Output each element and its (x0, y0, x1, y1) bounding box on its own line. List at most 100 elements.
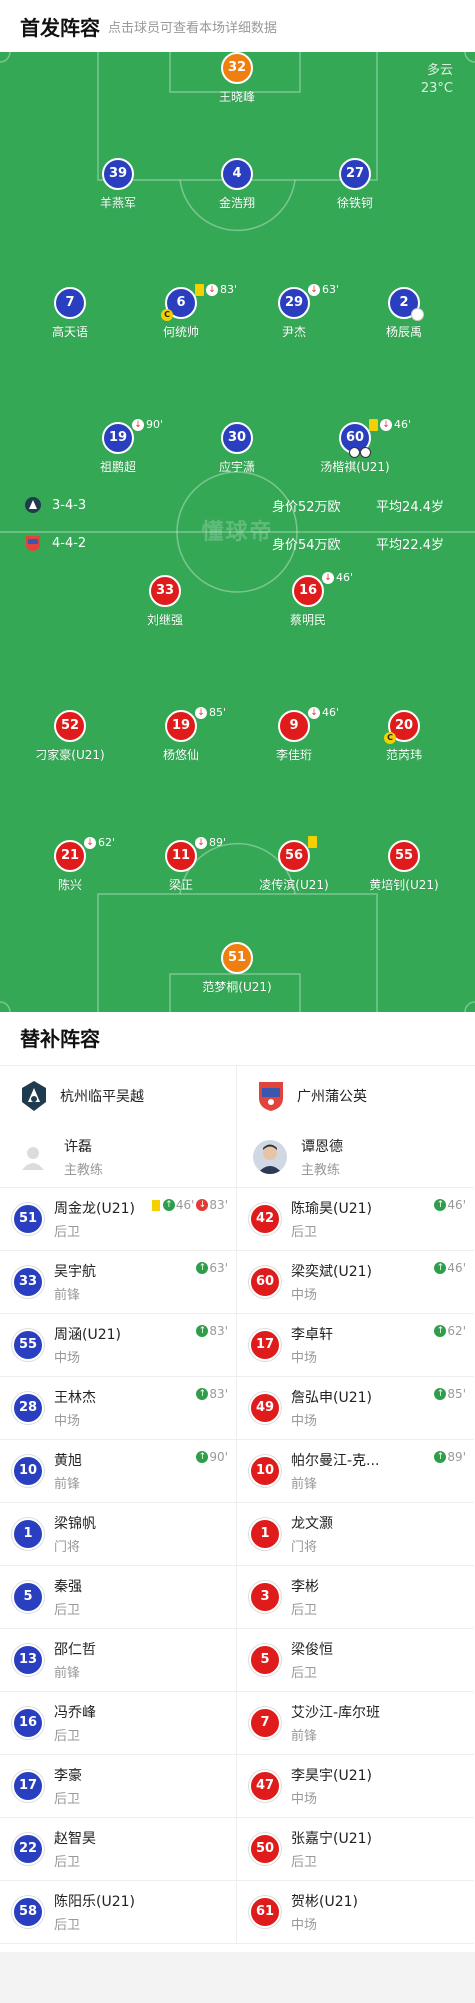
sub-player-row[interactable]: 47 李昊宇(U21) 中场 (237, 1755, 474, 1818)
player-position: 前锋 (54, 1666, 81, 1681)
sub-events: ↑ 83' (196, 1324, 228, 1338)
sub-player-row[interactable]: 42 陈瑜昊(U21) 后卫 ↑ 46' (237, 1188, 474, 1251)
sub-player-row[interactable]: 61 贺彬(U21) 中场 (237, 1881, 474, 1944)
page-bottom-spacer (0, 1952, 475, 2003)
player-number: 60 (345, 430, 365, 445)
away-player[interactable]: 55 黄培钊(U21) (344, 840, 464, 893)
lineup-title: 首发阵容 (20, 15, 100, 40)
player-name: 黄培钊(U21) (369, 878, 439, 892)
away-player[interactable]: 21 ↓ 62' 陈兴 (10, 836, 130, 893)
player-number-wrap: 60 ↓ 46' (339, 418, 411, 458)
sub-off-icon: ↓ (380, 419, 392, 431)
coach-avatar-icon (16, 1139, 50, 1174)
player-number: 42 (249, 1203, 281, 1235)
home-player[interactable]: 60 ↓ 46' 汤楷祺(U21) (295, 418, 415, 475)
away-coach-row[interactable]: 谭恩德 主教练 (237, 1126, 474, 1188)
sub-player-row[interactable]: 16 冯乔峰 后卫 (0, 1692, 236, 1755)
sub-player-row[interactable]: 10 帕尔曼江-克... 前锋 ↑ 89' (237, 1440, 474, 1503)
home-player[interactable]: 7 高天语 (10, 287, 130, 340)
away-player[interactable]: 33 刘继强 (105, 575, 225, 628)
sub-player-row[interactable]: 17 李卓轩 中场 ↑ 62' (237, 1314, 474, 1377)
home-player[interactable]: 6 C ↓ 83' 何统帅 (121, 283, 241, 340)
player-number-wrap: 11 ↓ 89' (165, 836, 226, 872)
home-player[interactable]: 39 羊燕军 (58, 158, 178, 211)
player-position: 后卫 (54, 1729, 81, 1744)
event-minute: 85' (209, 706, 227, 719)
sub-on-icon: ↑ (434, 1199, 447, 1211)
sub-player-row[interactable]: 28 王林杰 中场 ↑ 83' (0, 1377, 236, 1440)
away-player[interactable]: 16 ↓ 46' 蔡明民 (248, 571, 368, 628)
sub-player-row[interactable]: 55 周涵(U21) 中场 ↑ 83' (0, 1314, 236, 1377)
player-number-wrap: 20 C (384, 710, 420, 744)
coach-role: 主教练 (301, 1162, 341, 1178)
sub-player-row[interactable]: 5 秦强 后卫 (0, 1566, 236, 1629)
sub-player-row[interactable]: 60 梁奕斌(U21) 中场 ↑ 46' (237, 1251, 474, 1314)
sub-player-row[interactable]: 1 龙文灏 门将 (237, 1503, 474, 1566)
home-player[interactable]: 29 ↓ 63' 尹杰 (234, 283, 354, 340)
player-name: 艾沙江-库尔班 (291, 1705, 381, 1721)
coach-role: 主教练 (64, 1162, 104, 1178)
home-player[interactable]: 2 杨辰禹 (344, 287, 464, 340)
away-player[interactable]: 56 凌传滨(U21) (234, 836, 354, 893)
away-player[interactable]: 51 范梦桐(U21) (177, 942, 297, 995)
sub-on-icon: ↑ (196, 1388, 209, 1400)
away-player[interactable]: 19 ↓ 85' 杨悠仙 (121, 706, 241, 763)
away-team-avg-age: 平均22.4岁 (376, 537, 444, 553)
player-events: ↓ 83' (195, 283, 237, 297)
sub-player-row[interactable]: 58 陈阳乐(U21) 后卫 (0, 1881, 236, 1944)
sub-player-row[interactable]: 1 梁锦帆 门将 (0, 1503, 236, 1566)
player-name: 刁家豪(U21) (35, 748, 105, 762)
player-position: 前锋 (291, 1729, 318, 1744)
sub-player-row[interactable]: 22 赵智昊 后卫 (0, 1818, 236, 1881)
player-name: 李佳珩 (275, 748, 312, 762)
player-number: 32 (221, 52, 253, 84)
player-number: 16 (12, 1707, 44, 1739)
away-player[interactable]: 52 刁家豪(U21) (10, 710, 130, 763)
sub-player-row[interactable]: 33 吴宇航 前锋 ↑ 63' (0, 1251, 236, 1314)
sub-player-row[interactable]: 17 李豪 后卫 (0, 1755, 236, 1818)
player-events: ↓ 63' (308, 283, 339, 297)
home-team-row[interactable]: 杭州临平吴越 (0, 1066, 236, 1126)
away-player[interactable]: 20 C 范芮玮 (344, 710, 464, 763)
home-player[interactable]: 27 徐铁钶 (295, 158, 415, 211)
player-position: 门将 (54, 1540, 81, 1555)
sub-off-icon: ↓ (84, 837, 96, 849)
player-events: ↓ 46' (322, 571, 353, 585)
player-number: 3 (249, 1581, 281, 1613)
player-name: 徐铁钶 (336, 196, 373, 210)
home-player[interactable]: 32 王晓峰 (177, 52, 297, 105)
sub-player-row[interactable]: 3 李彬 后卫 (237, 1566, 474, 1629)
sub-player-row[interactable]: 5 梁俊恒 后卫 (237, 1629, 474, 1692)
away-team-logo-icon (26, 536, 40, 551)
sub-player-row[interactable]: 13 邵仁哲 前锋 (0, 1629, 236, 1692)
subs-title: 替补阵容 (0, 1012, 475, 1066)
sub-on-icon: ↑ (196, 1451, 209, 1463)
home-player[interactable]: 19 ↓ 90' 祖鹏超 (58, 418, 178, 475)
player-name: 李卓轩 (291, 1327, 333, 1343)
sub-in-minute: 63' (209, 1261, 228, 1275)
away-team-row[interactable]: 广州蒲公英 (237, 1066, 474, 1126)
player-number-wrap: 2 (388, 287, 424, 321)
home-player[interactable]: 30 应宇潇 (177, 422, 297, 475)
away-player[interactable]: 11 ↓ 89' 梁正 (121, 836, 241, 893)
home-subs-column: 杭州临平吴越 许磊 主教练 51 周金龙(U21) 后卫 ↑ 46' ↓ 83'… (0, 1066, 237, 1944)
event-minute: 62' (98, 836, 116, 849)
home-player[interactable]: 4 金浩翔 (177, 158, 297, 211)
away-player[interactable]: 9 ↓ 46' 李佳珩 (234, 706, 354, 763)
player-number-wrap: 6 C ↓ 83' (161, 283, 237, 321)
sub-player-row[interactable]: 51 周金龙(U21) 后卫 ↑ 46' ↓ 83' (0, 1188, 236, 1251)
sub-player-row[interactable]: 49 詹弘申(U21) 中场 ↑ 85' (237, 1377, 474, 1440)
sub-in-minute: 90' (209, 1450, 228, 1464)
sub-off-icon: ↓ (206, 284, 218, 296)
sub-player-row[interactable]: 7 艾沙江-库尔班 前锋 (237, 1692, 474, 1755)
sub-player-row[interactable]: 50 张嘉宁(U21) 后卫 (237, 1818, 474, 1881)
player-number: 11 (171, 848, 191, 863)
player-number: 10 (12, 1455, 44, 1487)
home-coach-row[interactable]: 许磊 主教练 (0, 1126, 236, 1188)
player-events: ↓ 46' (308, 706, 339, 720)
player-number: 56 (284, 848, 304, 863)
sub-in-minute: 46' (447, 1198, 466, 1212)
player-number: 21 (60, 848, 80, 863)
player-number: 6 (176, 295, 186, 310)
sub-player-row[interactable]: 10 黄旭 前锋 ↑ 90' (0, 1440, 236, 1503)
